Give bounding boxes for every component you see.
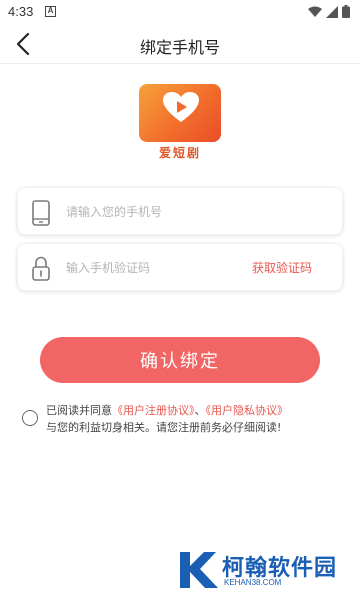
signal-icon xyxy=(326,5,338,18)
status-time: 4:33 xyxy=(8,4,34,19)
page-title: 绑定手机号 xyxy=(139,38,220,57)
agreement-text: 已阅读并同意《用户注册协议》、《用户隐私协议》 与您的利益切身相关。请您注册前务… xyxy=(46,402,346,436)
status-icons xyxy=(308,5,350,18)
logo-text: 爱短剧 xyxy=(158,146,201,160)
lock-icon xyxy=(32,256,50,281)
user-register-agreement-link[interactable]: 《用户注册协议》 xyxy=(112,404,195,417)
header: 绑定手机号 xyxy=(0,24,360,64)
phone-icon xyxy=(32,200,50,226)
phone-field xyxy=(17,187,343,235)
user-privacy-agreement-link[interactable]: 《用户隐私协议》 xyxy=(206,404,289,417)
agreement-separator: 、 xyxy=(194,404,206,417)
battery-icon xyxy=(342,5,350,18)
phone-input[interactable] xyxy=(66,201,256,223)
notification-icon: A xyxy=(45,6,56,17)
get-code-button[interactable]: 获取验证码 xyxy=(252,259,312,276)
agreement-prefix: 已阅读并同意 xyxy=(46,404,112,417)
watermark-logo-icon xyxy=(180,552,218,588)
verification-code-input[interactable] xyxy=(66,257,256,279)
watermark: 柯翰软件园 KEHAN38.COM xyxy=(176,546,356,594)
watermark-url: KEHAN38.COM xyxy=(224,578,282,587)
verification-code-field: 获取验证码 xyxy=(17,243,343,291)
agreement-checkbox[interactable] xyxy=(22,410,38,426)
app-logo: 爱短剧 xyxy=(139,84,221,160)
status-bar: 4:33 A xyxy=(0,0,360,24)
confirm-bind-button[interactable]: 确认绑定 xyxy=(40,337,320,383)
heart-play-icon xyxy=(163,92,199,122)
logo-box xyxy=(139,84,221,142)
wifi-icon xyxy=(308,6,322,17)
agreement-suffix: 与您的利益切身相关。请您注册前务必仔细阅读! xyxy=(46,421,282,434)
